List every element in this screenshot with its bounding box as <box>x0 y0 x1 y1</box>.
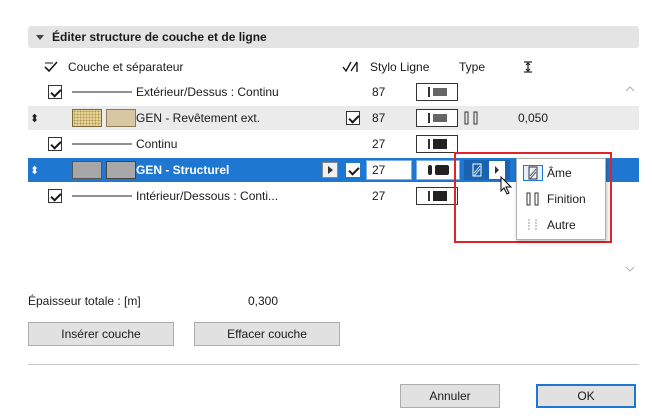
total-thickness-value: 0,300 <box>248 294 279 308</box>
type-menu-item-autre[interactable]: Autre <box>517 213 605 237</box>
separator-line-icon <box>72 143 132 145</box>
fill-color-swatch[interactable] <box>106 109 136 127</box>
total-thickness-label: Épaisseur totale : [m] <box>28 294 141 308</box>
row-line-checkbox[interactable] <box>346 163 360 177</box>
core-hatch-icon <box>523 165 543 181</box>
fill-color-swatch[interactable] <box>106 161 136 179</box>
finish-type-icon[interactable] <box>464 106 480 130</box>
row-label: Extérieur/Dessus : Continu <box>136 85 279 99</box>
separator-line-icon <box>72 195 132 197</box>
scroll-up-icon[interactable] <box>625 84 635 94</box>
panel-header[interactable]: Éditer structure de couche et de ligne <box>28 26 639 48</box>
row-visibility-checkbox[interactable] <box>48 137 62 151</box>
type-menu-label: Autre <box>547 218 576 232</box>
row-stylo[interactable]: 87 <box>372 106 385 130</box>
type-menu-item-finition[interactable]: Finition <box>517 187 605 211</box>
line-style-icon[interactable] <box>416 187 458 205</box>
line-toggle-header-icon[interactable] <box>342 58 358 76</box>
drag-handle-icon[interactable]: ⬍ <box>30 106 39 130</box>
toggle-all-check-icon[interactable] <box>44 58 58 76</box>
divider <box>28 364 639 365</box>
row-thickness[interactable]: 0,050 <box>518 106 548 130</box>
line-style-icon[interactable] <box>416 83 458 101</box>
fill-hatch-icon[interactable] <box>72 109 102 127</box>
insert-layer-button[interactable]: Insérer couche <box>28 322 174 346</box>
fill-hatch-icon[interactable] <box>72 161 102 179</box>
ok-button[interactable]: OK <box>536 384 636 408</box>
other-icon <box>523 217 543 233</box>
finish-icon <box>523 191 543 207</box>
row-stylo[interactable]: 27 <box>372 132 385 156</box>
row-label: Intérieur/Dessous : Conti... <box>136 189 279 203</box>
row-visibility-checkbox[interactable] <box>48 189 62 203</box>
type-popup-menu: Âme Finition Autre <box>516 158 606 240</box>
row-line-checkbox[interactable] <box>346 111 360 125</box>
row-stylo[interactable]: 27 <box>366 160 412 180</box>
row-stylo[interactable]: 27 <box>372 184 385 208</box>
row-visibility-checkbox[interactable] <box>48 85 62 99</box>
layer-row[interactable]: Extérieur/Dessus : Continu 87 <box>28 80 639 104</box>
row-stylo[interactable]: 87 <box>372 80 385 104</box>
scroll-down-icon[interactable] <box>625 264 635 274</box>
column-header-type: Type <box>459 60 486 74</box>
delete-layer-button[interactable]: Effacer couche <box>194 322 340 346</box>
type-menu-label: Âme <box>547 166 572 180</box>
drag-handle-icon[interactable]: ⬍ <box>30 158 39 182</box>
column-header-stylo-ligne: Stylo Ligne <box>370 60 430 74</box>
expand-arrow-button[interactable] <box>322 162 338 178</box>
thickness-header-icon <box>522 58 534 76</box>
line-style-icon[interactable] <box>416 135 458 153</box>
row-label: GEN - Revêtement ext. <box>136 111 261 125</box>
layer-row[interactable]: ⬍ GEN - Revêtement ext. 87 0,050 <box>28 106 639 130</box>
row-label: Continu <box>136 137 178 151</box>
type-menu-item-ame[interactable]: Âme <box>517 161 605 185</box>
column-header-layer: Couche et séparateur <box>68 60 184 74</box>
mouse-cursor-icon <box>500 175 514 199</box>
row-label: GEN - Structurel <box>136 163 230 177</box>
separator-line-icon <box>72 91 132 93</box>
panel-title: Éditer structure de couche et de ligne <box>52 30 267 44</box>
collapse-triangle-icon[interactable] <box>36 34 44 40</box>
type-menu-label: Finition <box>547 192 586 206</box>
cancel-button[interactable]: Annuler <box>400 384 500 408</box>
line-style-icon[interactable] <box>416 109 458 127</box>
